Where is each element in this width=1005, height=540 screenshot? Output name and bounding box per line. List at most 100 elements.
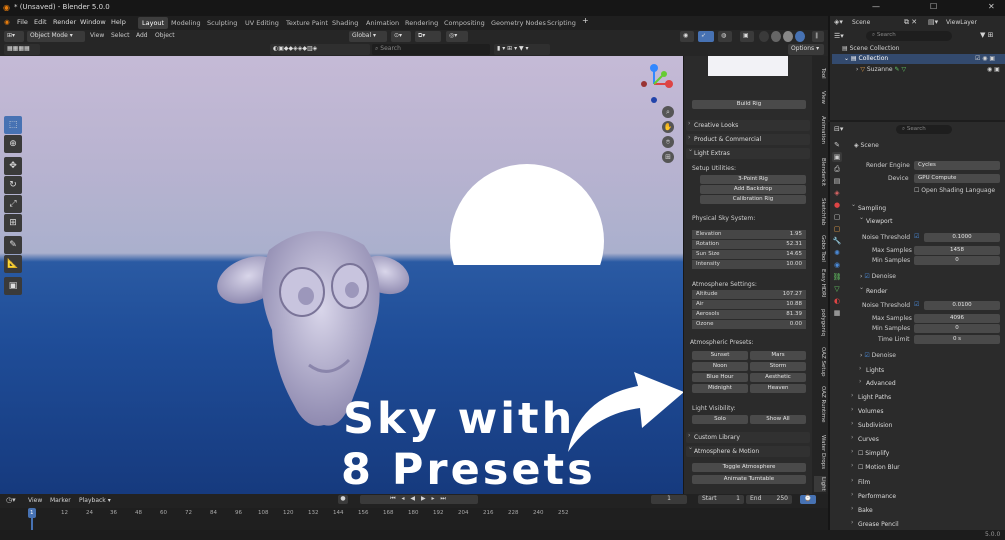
header-menu-select[interactable]: Select <box>111 32 130 39</box>
section-viewport[interactable]: Viewport <box>856 214 1005 227</box>
properties-search-input[interactable]: ⌕ Search <box>896 125 952 134</box>
section-volumes[interactable]: Volumes <box>848 406 1003 417</box>
annotate-icon[interactable]: ✎ <box>4 236 22 254</box>
gizmo-icon[interactable]: ➶ <box>698 31 714 42</box>
section-sampling[interactable]: Sampling <box>848 201 1003 214</box>
tab-animation[interactable]: Animation <box>362 17 403 29</box>
world-tab-icon[interactable]: ● <box>832 200 842 210</box>
section-motion-blur[interactable]: ☐ Motion Blur <box>848 462 1003 473</box>
orientation-select[interactable]: Global ▾ <box>349 31 387 42</box>
close-icon[interactable]: ✕ <box>988 2 995 11</box>
time-limit-field[interactable]: 0 s <box>914 335 1000 344</box>
tab-texture-paint[interactable]: Texture Paint <box>282 17 332 29</box>
vtab-oaz-setup[interactable]: OAZ Setup <box>814 344 826 380</box>
three-point-rig-button[interactable]: 3-Point Rig <box>700 175 806 184</box>
start-frame-field[interactable]: Start 1 <box>698 495 744 504</box>
vtab-polygoniq[interactable]: polygoniq <box>814 304 826 342</box>
section-atmosphere-motion[interactable]: Atmosphere & Motion <box>686 444 810 457</box>
tab-modeling[interactable]: Modeling <box>167 17 205 29</box>
section-creative-looks[interactable]: Creative Looks <box>686 120 810 131</box>
viewlayer-icon[interactable]: ▤▾ <box>928 18 938 26</box>
constraints-tab-icon[interactable]: ⛓ <box>832 272 842 282</box>
keying-icon[interactable]: ⌚ <box>800 495 816 504</box>
section-render[interactable]: Render <box>856 284 1005 297</box>
section-subdivision[interactable]: Subdivision <box>848 420 1003 431</box>
shading-rendered-icon[interactable] <box>795 31 805 42</box>
rotate-icon[interactable]: ↻ <box>4 176 22 194</box>
vtab-water-drops[interactable]: Water Drops <box>814 430 826 474</box>
vtab-view[interactable]: View <box>814 88 826 108</box>
add-cube-icon[interactable]: ▣ <box>4 277 22 295</box>
preset-blue-hour-button[interactable]: Blue Hour <box>692 373 748 382</box>
timeline-menu-playback[interactable]: Playback ▾ <box>79 497 111 504</box>
osl-checkbox[interactable]: ☐ Open Shading Language <box>914 187 995 194</box>
menu-render[interactable]: Render <box>53 18 76 26</box>
viewport-denoise-checkbox[interactable]: › ☑ Denoise <box>860 273 896 280</box>
vtab-light[interactable]: Light <box>814 476 826 492</box>
playback-controls[interactable]: ⏮ ◂ ◀ ▶ ▸ ⏭ <box>360 495 478 504</box>
timeline-editor-icon[interactable]: ◷▾ <box>6 496 16 504</box>
menu-edit[interactable]: Edit <box>34 18 47 26</box>
xray-icon[interactable]: ▣ <box>740 31 754 42</box>
section-light-paths[interactable]: Light Paths <box>848 392 1003 403</box>
sun-size-field[interactable]: Sun Size 14.65 <box>692 250 806 259</box>
section-grease-pencil[interactable]: Grease Pencil <box>848 519 1003 530</box>
texture-tab-icon[interactable]: ▦ <box>832 308 842 318</box>
blender-menu-icon[interactable]: ◉ <box>4 18 10 26</box>
physics-tab-icon[interactable]: ◉ <box>832 260 842 270</box>
modifier-tab-icon[interactable]: 🔧 <box>832 236 842 246</box>
shading-solid-icon[interactable] <box>771 31 781 42</box>
toggle-atmosphere-button[interactable]: Toggle Atmosphere <box>692 463 806 472</box>
preset-mars-button[interactable]: Mars <box>750 351 806 360</box>
calibration-rig-button[interactable]: Calibration Rig <box>700 195 806 204</box>
select-box-icon[interactable]: ⬚ <box>4 116 22 134</box>
filter-icons[interactable]: ▮ ▾ ⊞ ▾ ▼ ▾ <box>494 44 550 55</box>
properties-editor-icon[interactable]: ⊟▾ <box>834 125 843 133</box>
addon-icon-row[interactable]: ◐▣◆◆◈◈◆▥◈ <box>270 44 370 55</box>
suzanne-item[interactable]: › ▽ Suzanne ✎ ▽ <box>856 66 906 73</box>
device-select[interactable]: GPU Compute <box>914 174 1000 183</box>
section-bake[interactable]: Bake <box>848 505 1003 516</box>
view-layer-tab-icon[interactable]: ▤ <box>832 176 842 186</box>
timeline-menu-marker[interactable]: Marker <box>50 497 71 504</box>
vtab-oaz-runtime[interactable]: OAZ Runtime <box>814 382 826 426</box>
preset-sunset-button[interactable]: Sunset <box>692 351 748 360</box>
outliner-search-input[interactable]: ⌕ Search <box>866 31 952 41</box>
outliner-editor-icon[interactable]: ☰▾ <box>834 32 844 40</box>
preset-heaven-button[interactable]: Heaven <box>750 384 806 393</box>
preset-storm-button[interactable]: Storm <box>750 362 806 371</box>
rotation-field[interactable]: Rotation 52.31 <box>692 240 806 249</box>
perspective-grid-icon[interactable]: ⊞ <box>662 151 674 163</box>
viewport-min-field[interactable]: 0 <box>914 256 1000 265</box>
header-menu-object[interactable]: Object <box>155 32 175 39</box>
tab-scripting[interactable]: Scripting <box>543 17 580 29</box>
tab-compositing[interactable]: Compositing <box>440 17 489 29</box>
overlay-icon[interactable]: ◍ <box>718 31 732 42</box>
scene-selector[interactable]: Scene <box>852 19 870 26</box>
render-tab-icon[interactable]: ▣ <box>832 152 842 162</box>
tab-uv-editing[interactable]: UV Editing <box>241 17 283 29</box>
section-light-extras[interactable]: Light Extras <box>686 146 810 159</box>
tool-tab-icon[interactable]: ✎ <box>832 140 842 150</box>
tab-rendering[interactable]: Rendering <box>401 17 442 29</box>
pan-hand-icon[interactable]: ✋ <box>662 121 674 133</box>
menu-help[interactable]: Help <box>111 18 126 26</box>
section-simplify[interactable]: ☐ Simplify <box>848 448 1003 459</box>
transform-icon[interactable]: ⊞ <box>4 214 22 232</box>
particles-tab-icon[interactable]: ✺ <box>832 248 842 258</box>
scale-icon[interactable]: ⤢ <box>4 195 22 213</box>
shading-material-icon[interactable] <box>783 31 793 42</box>
material-tab-icon[interactable]: ◐ <box>832 296 842 306</box>
timeline-menu-view[interactable]: View <box>28 497 42 504</box>
navigation-gizmo[interactable] <box>636 62 676 106</box>
intensity-field[interactable]: Intensity 10.00 <box>692 260 806 269</box>
data-tab-icon[interactable]: ▽ <box>832 284 842 294</box>
section-advanced[interactable]: Advanced <box>856 378 1005 389</box>
render-noise-checkbox[interactable]: ☑ <box>914 301 919 308</box>
render-engine-select[interactable]: Cycles <box>914 161 1000 170</box>
collection-item[interactable]: ⌄ ▤ Collection <box>844 55 888 62</box>
measure-icon[interactable]: 📐 <box>4 255 22 273</box>
scene-tab-icon[interactable]: ◈ <box>832 188 842 198</box>
solo-button[interactable]: Solo <box>692 415 748 424</box>
tab-layout[interactable]: Layout <box>138 17 169 29</box>
